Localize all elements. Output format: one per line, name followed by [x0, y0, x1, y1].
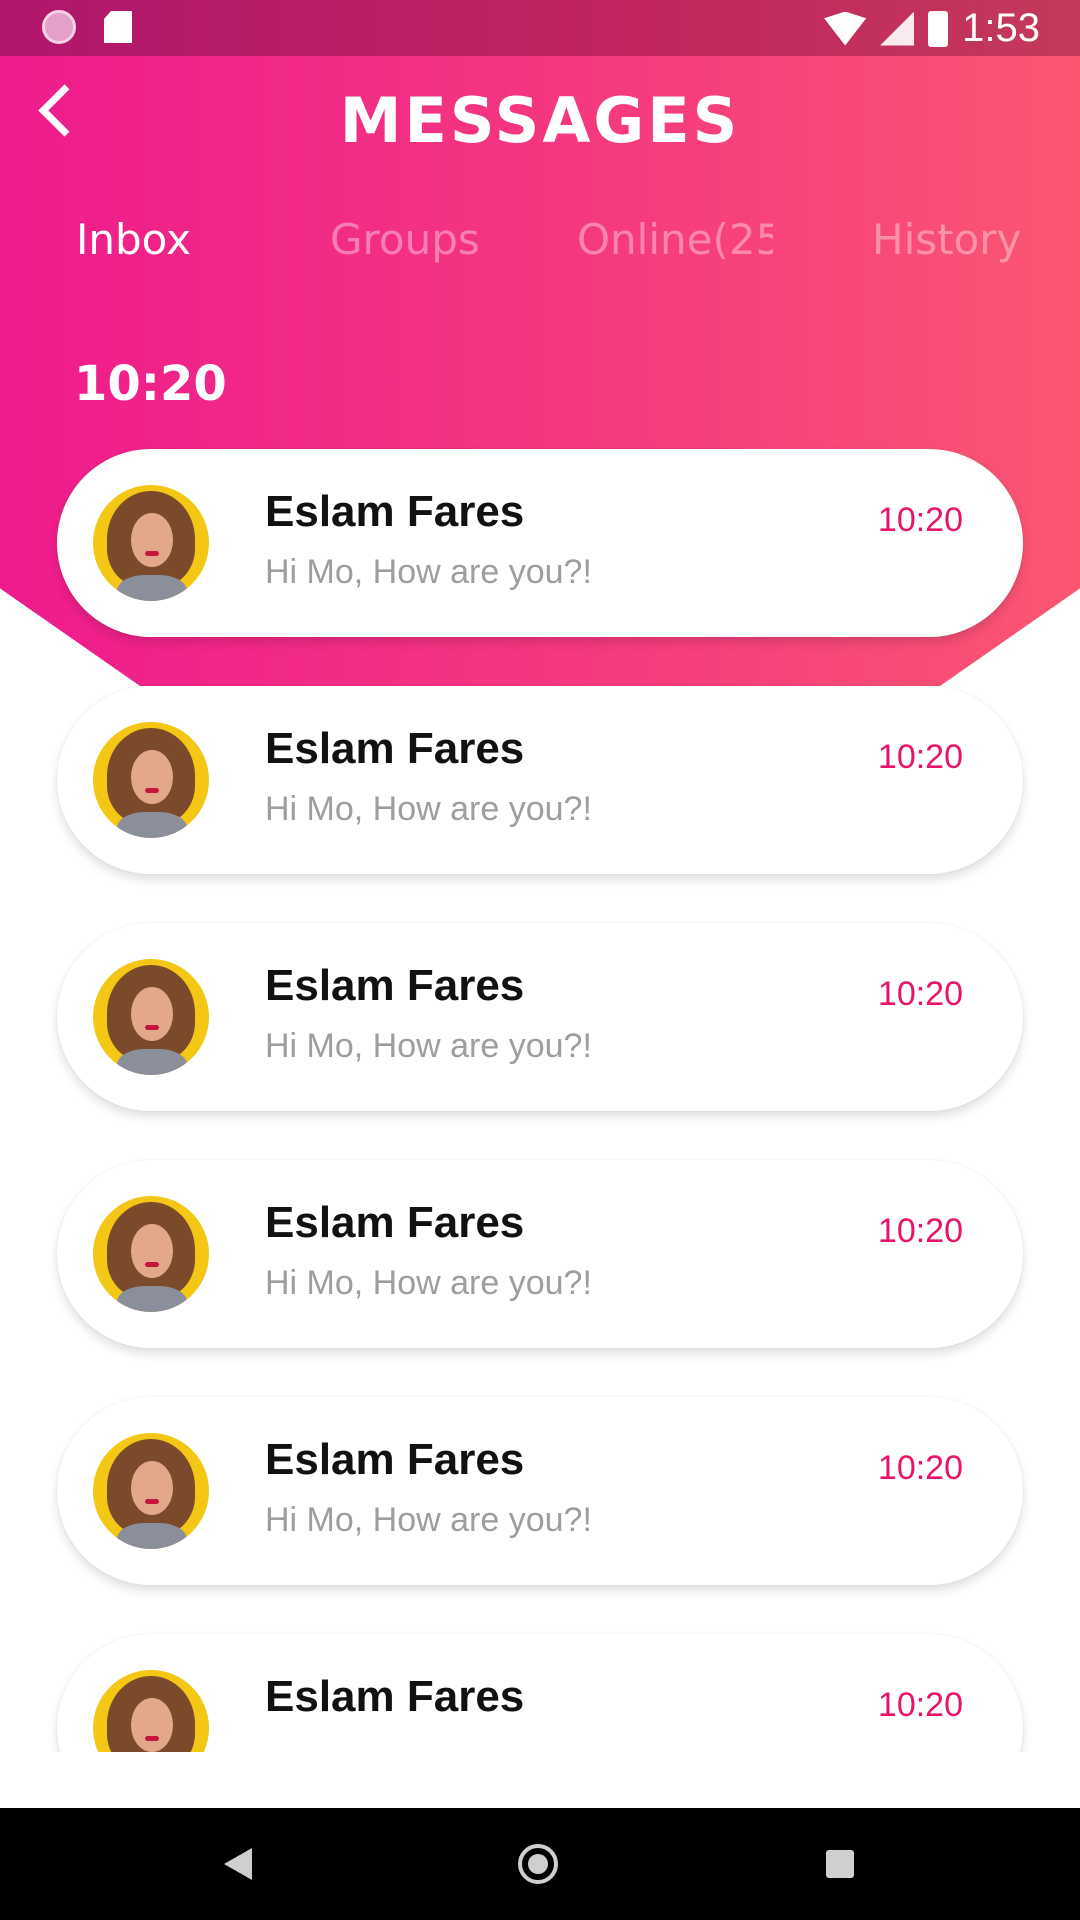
sd-card-icon: [104, 11, 132, 43]
message-preview: Hi Mo, How are you?!: [265, 790, 592, 828]
message-item[interactable]: Eslam Fares Hi Mo, How are you?! 10:20: [57, 1160, 1023, 1348]
message-time: 10:20: [877, 1686, 963, 1724]
wifi-icon: [824, 11, 867, 46]
contact-name: Eslam Fares: [265, 724, 525, 773]
nav-recents-icon[interactable]: [826, 1850, 854, 1878]
tab-history[interactable]: History: [872, 215, 1021, 264]
message-preview: Hi Mo, How are you?!: [265, 553, 592, 591]
message-preview: Hi Mo, How are you?!: [265, 1264, 592, 1302]
message-item[interactable]: Eslam Fares Hi Mo, How are you?! 10:20: [57, 1397, 1023, 1585]
message-item[interactable]: Eslam Fares Hi Mo, How are you?! 10:20: [57, 923, 1023, 1111]
message-item[interactable]: Eslam Fares Hi Mo, How are you?! 10:20: [57, 449, 1023, 637]
section-time-label: 10:20: [74, 356, 227, 412]
message-preview: Hi Mo, How are you?!: [265, 1027, 592, 1065]
tab-groups[interactable]: Groups: [330, 215, 480, 264]
message-time: 10:20: [877, 1449, 963, 1487]
avatar: [93, 1196, 209, 1312]
message-time: 10:20: [877, 975, 963, 1013]
avatar: [93, 959, 209, 1075]
page-title: MESSAGES: [339, 84, 741, 157]
avatar: [93, 485, 209, 601]
notification-icon: [42, 10, 76, 44]
contact-name: Eslam Fares: [265, 1435, 525, 1484]
avatar: [93, 1433, 209, 1549]
avatar: [93, 722, 209, 838]
message-item[interactable]: Eslam Fares Hi Mo, How are you?! 10:20: [57, 686, 1023, 874]
avatar: [93, 1670, 209, 1752]
message-preview: Hi Mo, How are you?!: [265, 1501, 592, 1539]
status-bar: 1:53: [0, 0, 1080, 56]
nav-back-icon[interactable]: [224, 1848, 252, 1880]
battery-icon: [928, 10, 949, 47]
status-time: 1:53: [962, 6, 1040, 50]
tab-bar: Inbox Groups Online(25 History: [0, 215, 1080, 275]
message-item[interactable]: Eslam Fares 10:20: [57, 1634, 1023, 1752]
message-time: 10:20: [877, 1212, 963, 1250]
contact-name: Eslam Fares: [265, 961, 525, 1010]
contact-name: Eslam Fares: [265, 487, 525, 536]
navigation-bar: [0, 1808, 1080, 1920]
contact-name: Eslam Fares: [265, 1672, 525, 1721]
signal-icon: [880, 11, 915, 46]
tab-inbox[interactable]: Inbox: [76, 215, 191, 264]
nav-home-icon[interactable]: [518, 1844, 558, 1884]
tab-online[interactable]: Online(25: [577, 215, 773, 264]
message-time: 10:20: [877, 738, 963, 776]
contact-name: Eslam Fares: [265, 1198, 525, 1247]
message-time: 10:20: [877, 501, 963, 539]
